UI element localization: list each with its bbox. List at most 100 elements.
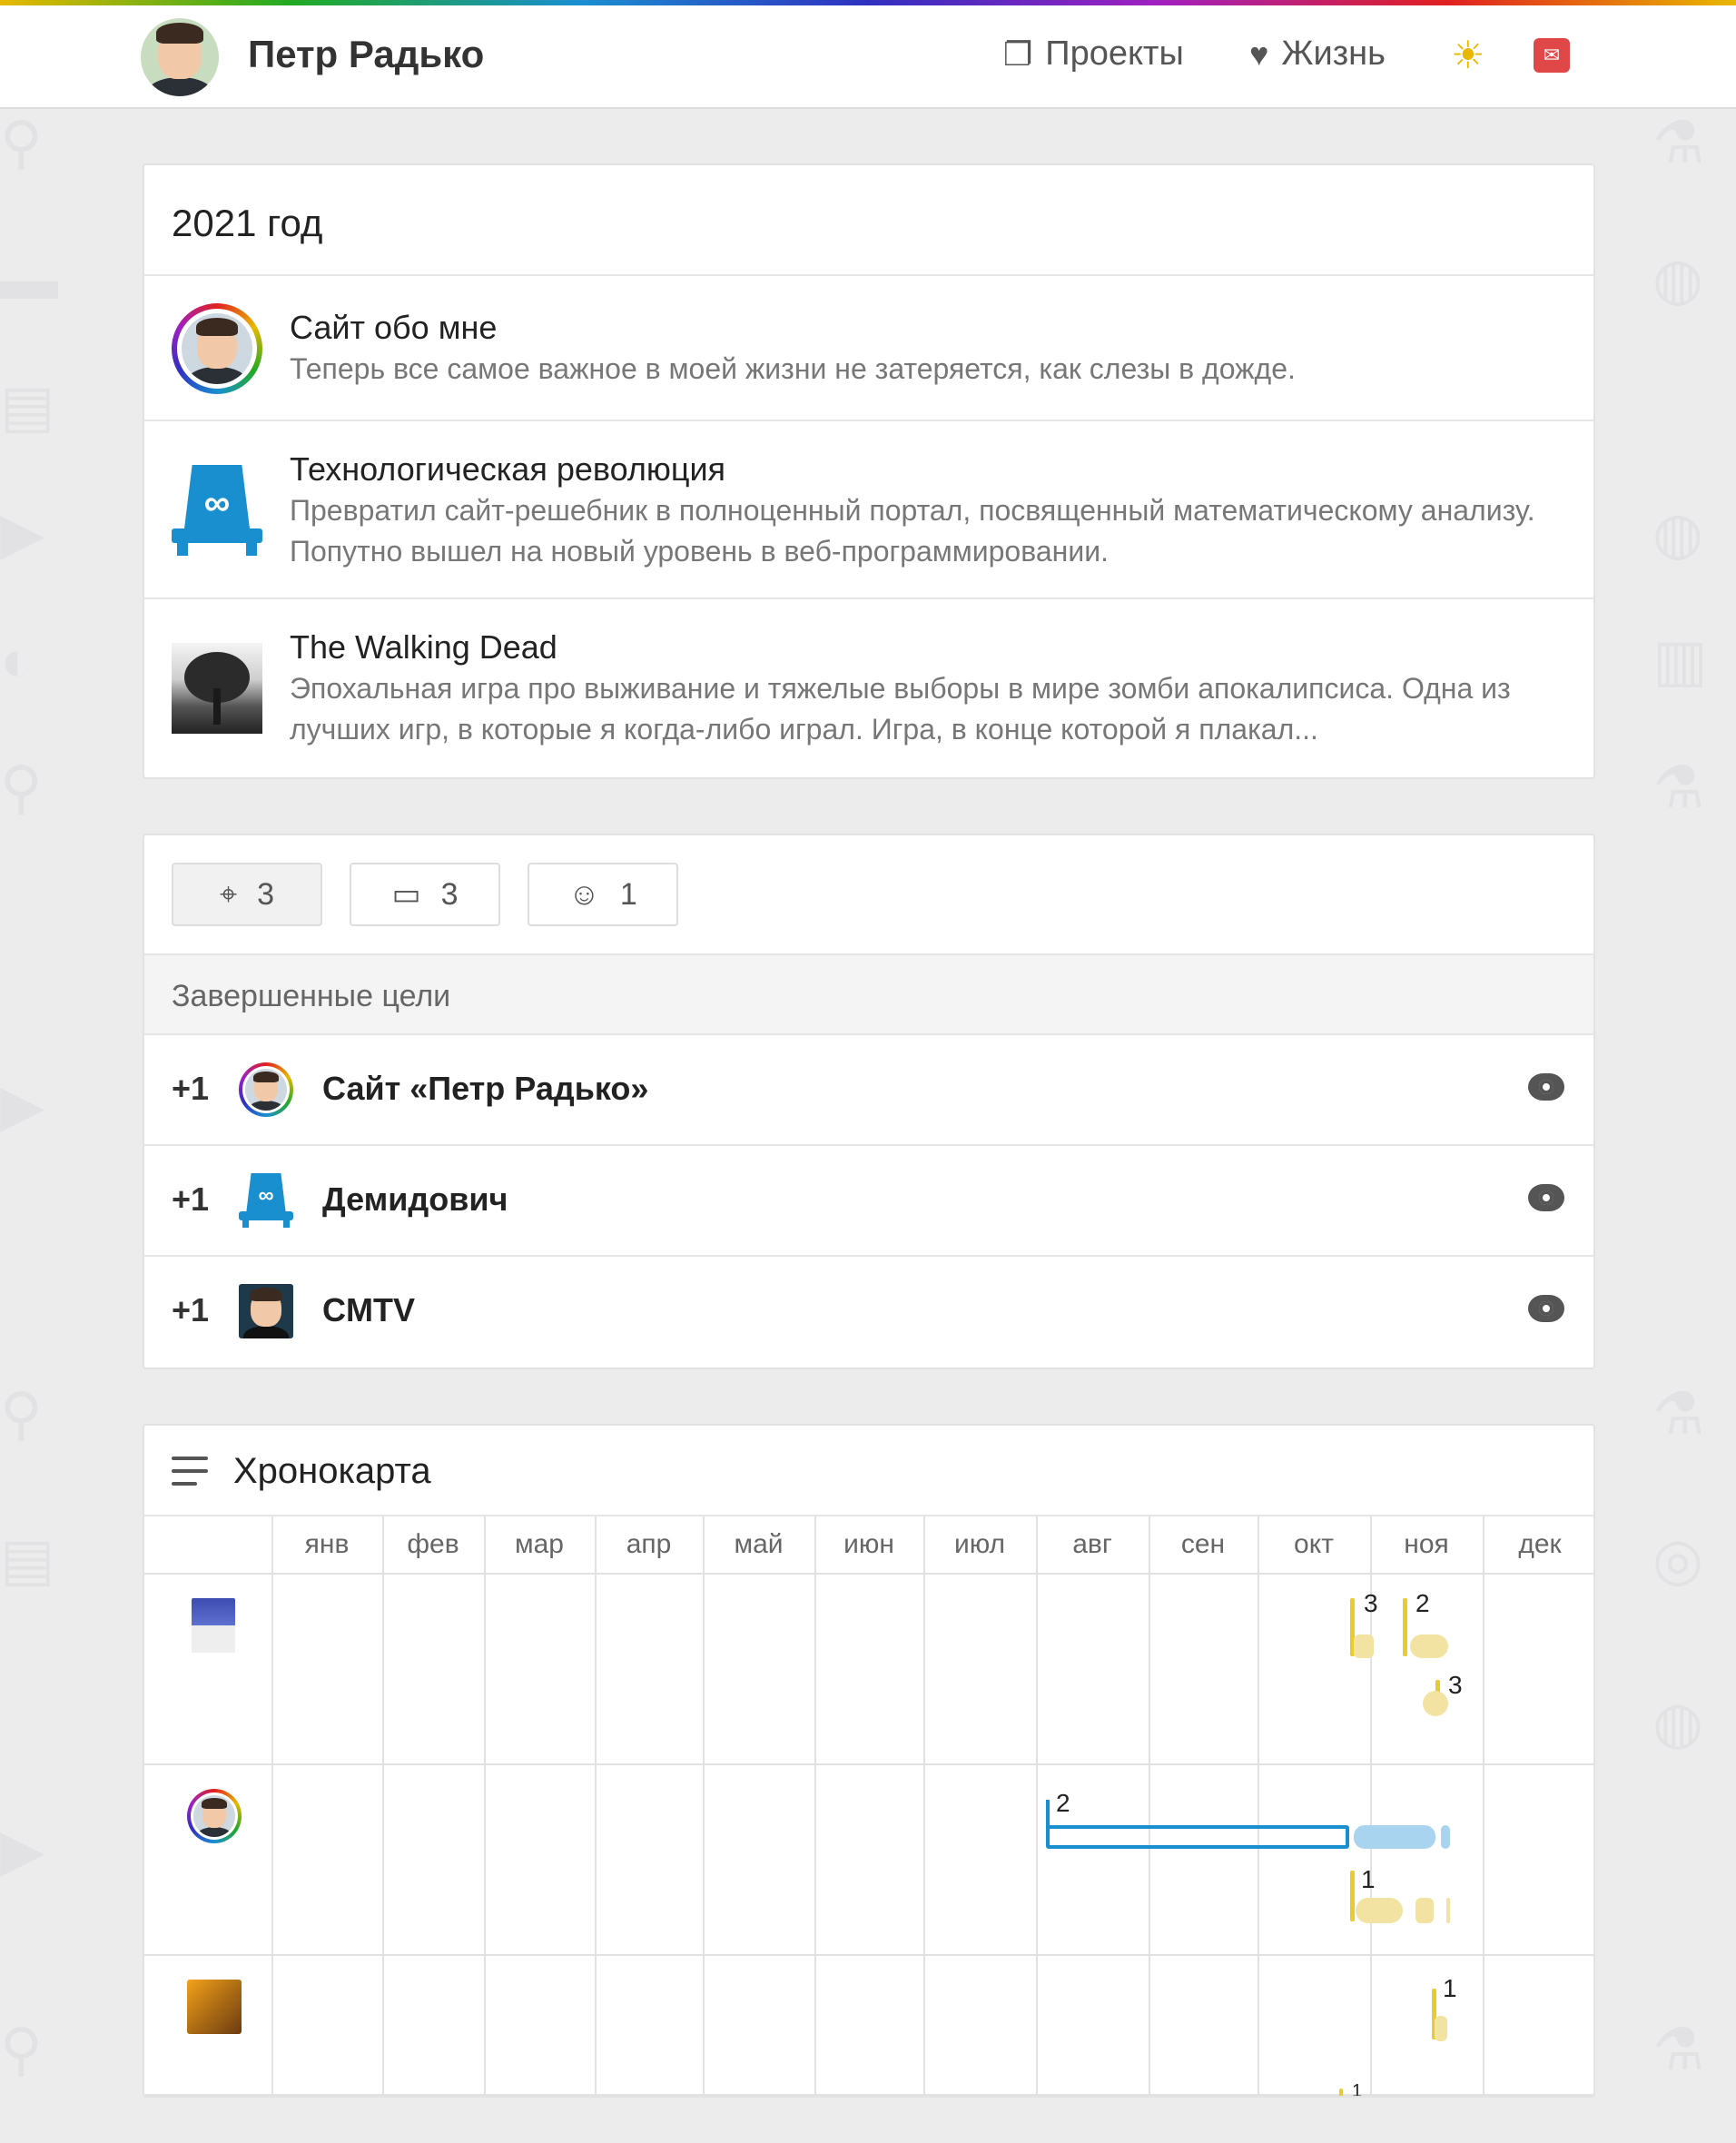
chrono-title: Хронокарта: [233, 1451, 431, 1491]
play-icon: ▶: [0, 1072, 45, 1138]
chrono-grid: янв фев мар апр май июн июл авг сен окт …: [144, 1516, 1593, 2098]
chrono-marker[interactable]: [1046, 1800, 1050, 1845]
nav-life[interactable]: ♥ Жизнь: [1249, 35, 1386, 74]
month-label: ноя: [1404, 1529, 1449, 1559]
goal-row[interactable]: +1 CMTV: [144, 1257, 1593, 1368]
year-item-desc: Превратил сайт-решебник в полноценный по…: [290, 494, 1535, 568]
month-label: май: [734, 1529, 784, 1559]
chrono-marker[interactable]: [1354, 1634, 1374, 1658]
year-title: 2021 год: [144, 165, 1593, 276]
nav-projects-label: Проекты: [1045, 35, 1184, 73]
flask-icon: ⚗: [1652, 2017, 1705, 2082]
gamepad-bg-icon: ◐: [0, 627, 35, 693]
flask-icon: ⚗: [1652, 110, 1705, 175]
eye-icon[interactable]: [1528, 1184, 1564, 1211]
chrono-marker[interactable]: [1403, 1598, 1407, 1656]
tab-count: 3: [257, 876, 275, 912]
play-icon: ▶: [0, 1817, 45, 1882]
year-item[interactable]: ∞ Технологическая революция Превратил са…: [144, 421, 1593, 599]
grid-row-line: [144, 1573, 1593, 1575]
year-item-title[interactable]: Сайт обо мне: [290, 309, 497, 347]
goal-name[interactable]: Демидович: [322, 1180, 508, 1219]
mail-icon[interactable]: ✉: [1534, 38, 1570, 73]
avatar[interactable]: [141, 18, 219, 96]
map-pin-icon: ⚲: [0, 2017, 43, 2082]
year-item[interactable]: Сайт обо мне Теперь все самое важное в м…: [144, 276, 1593, 421]
goal-name[interactable]: CMTV: [322, 1291, 415, 1329]
grid-line: [382, 1516, 384, 2096]
grid-row-line: [144, 1763, 1593, 1765]
game-cover-icon[interactable]: [187, 1980, 242, 2034]
marker-count: 1: [1361, 1865, 1376, 1893]
chrono-marker[interactable]: [1415, 1898, 1434, 1923]
month-label: авг: [1072, 1529, 1112, 1559]
avatar-ring-icon[interactable]: [187, 1789, 242, 1843]
avatar-ring-icon: [239, 1062, 293, 1117]
flask-icon: ⚗: [1652, 755, 1705, 820]
month-label: янв: [304, 1529, 350, 1559]
tab-theater[interactable]: ☺ 1: [528, 863, 678, 926]
year-item[interactable]: The Walking Dead Эпохальная игра про выж…: [144, 599, 1593, 777]
goal-row[interactable]: +1 ∞ Демидович: [144, 1146, 1593, 1257]
grid-line: [814, 1516, 816, 2096]
goals-tabs: ⌖ 3 ▭ 3 ☺ 1: [144, 835, 1593, 955]
eye-icon[interactable]: [1528, 1295, 1564, 1322]
grid-line: [595, 1516, 597, 2096]
month-label: июн: [843, 1529, 894, 1559]
chrono-marker[interactable]: [1354, 1825, 1435, 1849]
grid-line: [1483, 1516, 1484, 2096]
book-cover-icon[interactable]: [192, 1598, 235, 1653]
tab-count: 3: [440, 876, 459, 912]
demidovich-logo-icon: ∞: [239, 1173, 293, 1228]
chrono-marker[interactable]: [1350, 1871, 1355, 1921]
heart-icon: ♥: [1249, 35, 1269, 73]
year-card: 2021 год Сайт обо мне Теперь все самое в…: [143, 163, 1595, 779]
grid-line: [1149, 1516, 1150, 2096]
marker-count: 3: [1364, 1589, 1378, 1617]
demidovich-logo-icon: ∞: [172, 465, 262, 556]
chrono-bar[interactable]: [1046, 1825, 1349, 1849]
palette-icon: ◍: [1652, 1690, 1703, 1755]
tab-goals[interactable]: ⌖ 3: [172, 863, 322, 926]
user-name[interactable]: Петр Радько: [248, 33, 484, 76]
book-icon: ▤: [0, 1526, 55, 1592]
marker-count: 1: [1352, 2081, 1363, 2098]
bed-icon: ▬: [0, 246, 58, 311]
menu-icon[interactable]: [172, 1457, 208, 1486]
grid-line: [703, 1516, 705, 2096]
chrono-marker[interactable]: [1356, 1898, 1403, 1923]
tab-count: 1: [619, 876, 637, 912]
copy-icon: ❐: [1003, 35, 1033, 73]
month-label: окт: [1294, 1529, 1334, 1559]
chrono-marker[interactable]: [1441, 1825, 1450, 1849]
map-pin-icon: ⚲: [0, 110, 43, 175]
goals-card: ⌖ 3 ▭ 3 ☺ 1 Завершенные цели +1 Сайт «Пе…: [143, 834, 1595, 1369]
marker-count: 2: [1415, 1589, 1430, 1617]
cmtv-avatar-icon: [239, 1284, 293, 1338]
palette-icon: ◍: [1652, 500, 1703, 566]
year-item-title[interactable]: The Walking Dead: [290, 628, 557, 667]
grid-row-line: [144, 2094, 1593, 2096]
goal-name[interactable]: Сайт «Петр Радько»: [322, 1070, 648, 1108]
theater-masks-icon: ☺: [568, 876, 600, 912]
chrono-marker[interactable]: [1339, 2089, 1343, 2096]
grid-line: [1036, 1516, 1038, 2096]
walking-dead-cover-icon: [172, 643, 262, 734]
book-icon: ▤: [0, 373, 55, 439]
map-pin-icon: ⚲: [0, 755, 43, 820]
eye-icon[interactable]: [1528, 1073, 1564, 1101]
goal-row[interactable]: +1 Сайт «Петр Радько»: [144, 1035, 1593, 1146]
grid-line: [923, 1516, 925, 2096]
gamepad-icon: ▭: [391, 877, 421, 912]
month-label: июл: [953, 1529, 1006, 1559]
month-label: апр: [626, 1529, 672, 1559]
top-header: Петр Радько ❐ Проекты ♥ Жизнь ☀ ✉: [0, 5, 1736, 109]
chrono-marker[interactable]: [1423, 1691, 1448, 1716]
tab-games[interactable]: ▭ 3: [350, 863, 500, 926]
year-item-title[interactable]: Технологическая революция: [290, 450, 725, 489]
chrono-marker[interactable]: [1435, 2016, 1447, 2041]
chrono-marker[interactable]: [1446, 1898, 1450, 1923]
sun-icon[interactable]: ☀: [1451, 36, 1489, 74]
nav-projects[interactable]: ❐ Проекты: [1003, 35, 1184, 74]
chrono-marker[interactable]: [1410, 1634, 1448, 1658]
